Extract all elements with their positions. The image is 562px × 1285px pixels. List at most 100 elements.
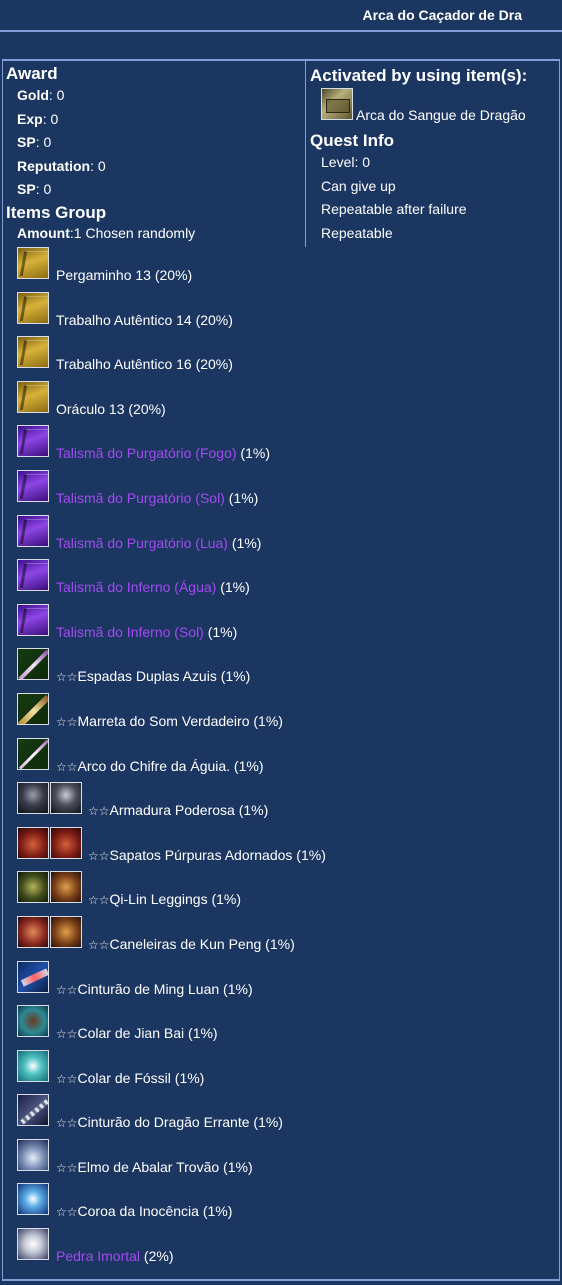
item-name[interactable]: Coroa da Inocência [78,1203,199,1219]
item-stars: ☆☆ [56,1205,78,1220]
activating-item-label: Arca do Sangue de Dragão [356,107,526,123]
item-icons [17,692,49,725]
award-value: : 0 [90,157,106,174]
award-key: SP [17,134,36,150]
item-label: ☆☆Cinturão do Dragão Errante (1%) [56,1114,283,1130]
item-name[interactable]: Sapatos Púrpuras Adornados [110,847,293,863]
title-bar: Arca do Caçador de Dra [0,0,562,32]
book-gold-icon[interactable] [17,336,49,369]
reward-item[interactable]: Oráculo 13 (20%) [17,380,547,426]
item-icons [17,782,82,815]
greaves-female-icon[interactable] [50,915,82,948]
reward-item[interactable]: ☆☆Coroa da Inocência (1%) [17,1183,547,1228]
reward-item[interactable]: Talismã do Inferno (Água) (1%) [17,559,547,604]
item-name[interactable]: Caneleiras de Kun Peng [110,936,262,952]
reward-item[interactable]: ☆☆Colar de Jian Bai (1%) [17,1005,547,1050]
item-name[interactable]: Talismã do Purgatório (Sol) [56,490,225,506]
armor-female-icon[interactable] [50,782,82,815]
item-name[interactable]: Marreta do Som Verdadeiro [78,713,250,729]
item-name[interactable]: Cinturão do Dragão Errante [78,1114,250,1130]
hammer-icon[interactable] [17,692,49,725]
armor-male-icon[interactable] [17,782,49,815]
item-stars: ☆☆ [56,759,78,774]
reward-item[interactable]: Talismã do Inferno (Sol) (1%) [17,603,547,649]
reward-item[interactable]: ☆☆Marreta do Som Verdadeiro (1%) [17,692,547,738]
item-chance: (1%) [249,1114,283,1131]
reward-item[interactable]: Talismã do Purgatório (Lua) (1%) [17,514,547,560]
leggings-female-icon[interactable] [50,871,82,904]
reward-item[interactable]: Trabalho Autêntico 14 (20%) [17,291,547,337]
reward-item[interactable]: ☆☆Sapatos Púrpuras Adornados (1%) [17,826,547,872]
item-name[interactable]: Oráculo 13 [56,401,124,417]
item-name[interactable]: Arco do Chifre da Águia. [78,758,231,774]
book-purple-icon[interactable] [17,425,49,458]
reward-item[interactable]: Talismã do Purgatório (Sol) (1%) [17,469,547,515]
item-name[interactable]: Pergaminho 13 [56,267,151,283]
item-label: ☆☆Elmo de Abalar Trovão (1%) [56,1159,253,1175]
reward-item[interactable]: ☆☆Armadura Poderosa (1%) [17,782,547,827]
item-name[interactable]: Colar de Jian Bai [78,1025,185,1041]
greaves-male-icon[interactable] [17,915,49,948]
item-name[interactable]: Espadas Duplas Azuis [78,668,217,684]
reward-item[interactable]: ☆☆Cinturão do Dragão Errante (1%) [17,1094,547,1139]
book-purple-icon[interactable] [17,603,49,636]
item-name[interactable]: Talismã do Inferno (Sol) [56,624,204,640]
twin-swords-icon[interactable] [17,648,49,681]
award-value: : 0 [48,87,65,103]
stone-icon[interactable] [17,1228,49,1261]
item-name[interactable]: Elmo de Abalar Trovão [78,1159,220,1175]
item-name[interactable]: Trabalho Autêntico 14 [56,312,192,328]
reward-item[interactable]: ☆☆Arco do Chifre da Águia. (1%) [17,737,547,783]
item-label: Pergaminho 13 (20%) [56,267,192,283]
belt-icon[interactable] [17,960,49,993]
item-label: ☆☆Arco do Chifre da Águia. (1%) [56,758,264,774]
reward-item[interactable]: Pergaminho 13 (20%) [17,247,547,292]
item-icons [17,960,49,993]
book-purple-icon[interactable] [17,559,49,592]
item-name[interactable]: Colar de Fóssil [78,1070,171,1086]
item-name[interactable]: Talismã do Inferno (Água) [56,579,216,595]
item-label: ☆☆Colar de Jian Bai (1%) [56,1025,218,1041]
crown-icon[interactable] [17,1183,49,1216]
necklace-icon[interactable] [17,1005,49,1038]
reward-item[interactable]: ☆☆Caneleiras de Kun Peng (1%) [17,915,547,961]
activated-heading: Activated by using item(s): [310,66,528,85]
helm-icon[interactable] [17,1138,49,1171]
reward-item[interactable]: ☆☆Qi-Lin Leggings (1%) [17,871,547,916]
item-chance: (20%) [191,311,233,328]
item-name[interactable]: Trabalho Autêntico 16 [56,356,192,372]
item-name[interactable]: Armadura Poderosa [110,802,235,818]
item-stars: ☆☆ [56,1071,78,1086]
chest-icon[interactable] [321,88,353,120]
bow-icon[interactable] [17,737,49,770]
book-gold-icon[interactable] [17,247,49,279]
reward-item[interactable]: ☆☆Espadas Duplas Azuis (1%) [17,648,547,693]
column-divider [305,61,306,247]
shoes-female-icon[interactable] [50,826,82,859]
reward-item[interactable]: Talismã do Purgatório (Fogo) (1%) [17,425,547,470]
shoes-male-icon[interactable] [17,826,49,859]
amount-key: Amount [17,225,70,241]
award-row-sp2: SP: 0 [17,178,106,202]
book-gold-icon[interactable] [17,380,49,413]
reward-item[interactable]: Trabalho Autêntico 16 (20%) [17,336,547,381]
item-name[interactable]: Cinturão de Ming Luan [78,981,220,997]
item-name[interactable]: Talismã do Purgatório (Lua) [56,535,228,551]
item-stars: ☆☆ [88,893,110,908]
item-name[interactable]: Qi-Lin Leggings [110,891,208,907]
item-icons [17,871,82,904]
book-purple-icon[interactable] [17,469,49,502]
item-name[interactable]: Pedra Imortal [56,1248,140,1264]
reward-item[interactable]: Pedra Imortal (2%) [17,1228,547,1273]
item-icons [17,336,49,369]
leggings-male-icon[interactable] [17,871,49,904]
reward-item[interactable]: ☆☆Colar de Fóssil (1%) [17,1049,547,1095]
book-gold-icon[interactable] [17,291,49,324]
book-purple-icon[interactable] [17,514,49,547]
item-label: ☆☆Caneleiras de Kun Peng (1%) [88,936,295,952]
reward-item[interactable]: ☆☆Elmo de Abalar Trovão (1%) [17,1138,547,1184]
reward-item[interactable]: ☆☆Cinturão de Ming Luan (1%) [17,960,547,1006]
item-name[interactable]: Talismã do Purgatório (Fogo) [56,445,237,461]
chain-belt-icon[interactable] [17,1094,49,1127]
fossil-necklace-icon[interactable] [17,1049,49,1082]
